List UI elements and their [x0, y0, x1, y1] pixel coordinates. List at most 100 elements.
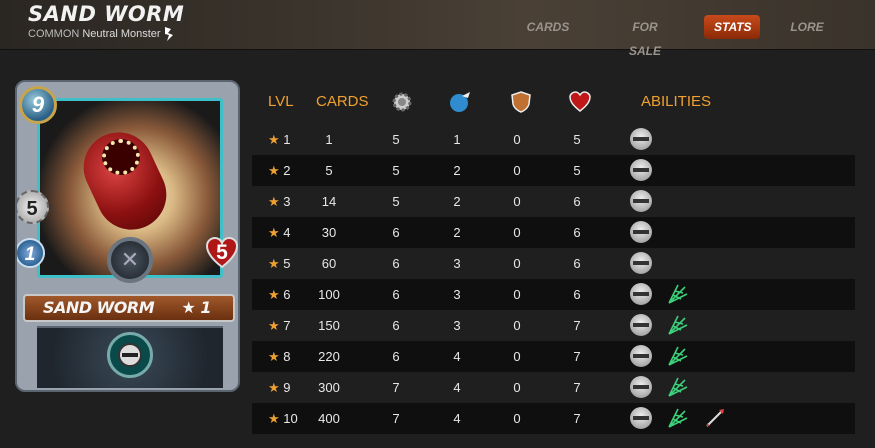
melee-cell: 5: [392, 194, 400, 209]
star-icon: ★: [268, 287, 284, 302]
health-value: 5: [216, 241, 228, 264]
cards-cell: 300: [318, 380, 340, 395]
armor-cell: 0: [513, 287, 521, 302]
star-icon: ★: [268, 411, 284, 426]
lvl-value: 2: [283, 163, 291, 178]
lvl-cell: ★ 4: [268, 225, 291, 241]
lvl-value: 3: [283, 194, 291, 209]
lvl-value: 1: [283, 132, 291, 147]
stats-table: LVL CARDS ABILITIES ★ 1 1 5 1 0 5 ★ 2 5 5 2 0 5 ★ 31…: [252, 84, 855, 434]
armor-cell: 0: [513, 349, 521, 364]
poison-ability-icon: [667, 345, 689, 367]
table-row: ★ 5 60 6 3 0 6: [252, 248, 855, 279]
lvl-cell: ★ 2: [268, 163, 291, 179]
poison-ability-icon: [667, 407, 689, 429]
speed-cell: 4: [453, 380, 461, 395]
speed-stat: 1: [17, 238, 45, 268]
armor-cell: 0: [513, 256, 521, 271]
melee-cell: 6: [392, 225, 400, 240]
lvl-cell: ★ 3: [268, 194, 291, 210]
table-row: ★ 10 400 7 4 0 7: [252, 403, 855, 434]
header-cards: CARDS: [316, 93, 369, 110]
card-subtitle: COMMON Neutral Monster: [28, 28, 161, 40]
armor-cell: 0: [513, 194, 521, 209]
sneak-ability-icon: [107, 332, 153, 378]
table-row: ★ 2 5 5 2 0 5: [252, 155, 855, 186]
table-row: ★ 7 150 6 3 0 7: [252, 310, 855, 341]
health-cell: 6: [573, 194, 581, 209]
table-row: ★ 6 100 6 3 0 6: [252, 279, 855, 310]
star-icon: ★: [268, 194, 284, 209]
tab-cards[interactable]: CARDS: [523, 15, 573, 39]
lvl-value: 10: [283, 411, 298, 426]
speed-cell: 3: [453, 318, 461, 333]
armor-cell: 0: [513, 380, 521, 395]
page-header: SAND WORM COMMON Neutral Monster CARDS FO…: [0, 0, 875, 58]
header-abilities: ABILITIES: [641, 93, 712, 110]
card-name: SAND WORM: [43, 298, 155, 317]
mana-cost: 9: [19, 86, 57, 124]
speed-cell: 4: [453, 411, 461, 426]
star-icon: ★: [268, 380, 284, 395]
neutral-element-icon: [165, 27, 173, 41]
star-icon: ★: [268, 132, 284, 147]
card-ability-panel: [37, 326, 223, 388]
tab-stats[interactable]: STATS: [704, 15, 760, 39]
cards-cell: 5: [325, 163, 333, 178]
melee-cell: 6: [392, 349, 400, 364]
sneak-ability-icon: [630, 190, 652, 212]
cards-cell: 150: [318, 318, 340, 333]
star-icon: ★: [268, 349, 284, 364]
health-cell: 7: [573, 380, 581, 395]
card-name-plate: SAND WORM ★ 1: [23, 294, 235, 322]
health-cell: 7: [573, 349, 581, 364]
sneak-ability-icon: [630, 407, 652, 429]
speed-cell: 1: [453, 132, 461, 147]
tab-lore[interactable]: LORE: [787, 15, 827, 39]
armor-cell: 0: [513, 225, 521, 240]
sneak-ability-icon: [630, 345, 652, 367]
health-cell: 5: [573, 163, 581, 178]
star-icon: ★: [268, 225, 284, 240]
health-cell: 6: [573, 225, 581, 240]
lvl-value: 8: [283, 349, 291, 364]
health-cell: 7: [573, 318, 581, 333]
table-row: ★ 115105: [252, 124, 855, 155]
table-row: ★ 3 14 5 2 0 6: [252, 186, 855, 217]
sneak-ability-icon: [630, 283, 652, 305]
melee-cell: 6: [392, 287, 400, 302]
lvl-cell: ★ 5: [268, 256, 291, 272]
rarity-label: COMMON: [28, 28, 80, 40]
table-body: ★ 1 1 5 1 0 5 ★ 2 5 5 2 0 5 ★ 3 14 5 2 0 6 ★ 4 30 6 2 0 6 ★ 5 60 6…: [252, 124, 855, 434]
poison-ability-icon: [667, 314, 689, 336]
poison-ability-icon: [667, 283, 689, 305]
tab-for-sale[interactable]: FOR SALE: [615, 15, 675, 58]
speed-cell: 2: [453, 163, 461, 178]
armor-cell: 0: [513, 163, 521, 178]
armor-cell: 0: [513, 411, 521, 426]
speed-cell: 2: [453, 194, 461, 209]
health-icon: [569, 91, 591, 112]
lvl-value: 4: [283, 225, 291, 240]
lvl-value: 7: [283, 318, 291, 333]
melee-cell: 5: [392, 163, 400, 178]
melee-cell: 6: [392, 256, 400, 271]
lvl-cell: ★ 10: [268, 411, 298, 427]
sneak-ability-icon: [630, 252, 652, 274]
cards-cell: 1: [325, 132, 333, 147]
lvl-value: 9: [283, 380, 291, 395]
sneak-ability-icon: [630, 159, 652, 181]
health-cell: 6: [573, 287, 581, 302]
lvl-cell: ★ 9: [268, 380, 291, 396]
poison-ability-icon: [667, 376, 689, 398]
lvl-cell: ★ 1: [268, 132, 291, 148]
lvl-cell: ★ 7: [268, 318, 291, 334]
table-row: ★ 4 30 6 2 0 6: [252, 217, 855, 248]
sneak-ability-icon: [630, 221, 652, 243]
cards-cell: 14: [321, 194, 337, 209]
no-ranged-icon: ✕: [107, 237, 153, 283]
armor-icon: [511, 91, 531, 113]
lvl-value: 5: [283, 256, 291, 271]
sneak-ability-icon: [630, 314, 652, 336]
snipe-ability-icon: [704, 407, 726, 429]
